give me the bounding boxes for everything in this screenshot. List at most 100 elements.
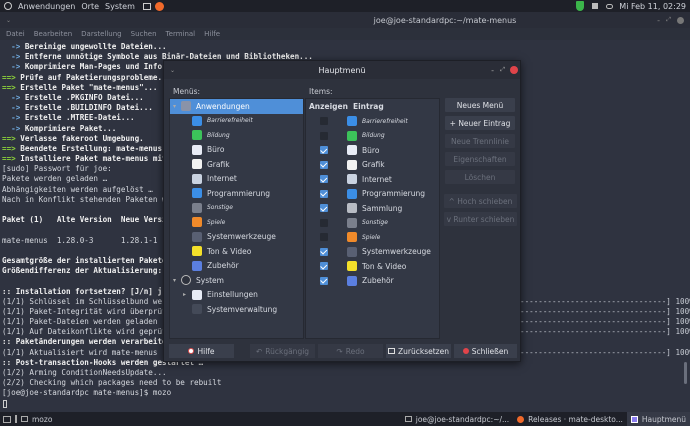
- item-row[interactable]: Zubehör: [306, 274, 439, 289]
- show-desktop-icon[interactable]: [3, 415, 11, 423]
- show-checkbox[interactable]: [320, 247, 328, 256]
- menus-tree[interactable]: ▾ Anwendungen Barrierefreiheit Bildung Büro G…: [169, 98, 304, 339]
- minimize-icon[interactable]: -: [657, 16, 660, 25]
- item-row[interactable]: Systemwerkzeuge: [306, 245, 439, 260]
- close-button[interactable]: Schließen: [454, 344, 517, 358]
- show-checkbox[interactable]: [320, 160, 328, 169]
- shield-icon[interactable]: [576, 1, 585, 11]
- reset-button[interactable]: Zurücksetzen: [386, 344, 451, 358]
- undo-button[interactable]: ↶ Rückgängig: [250, 344, 315, 358]
- menu-anwendungen[interactable]: Anwendungen: [18, 2, 75, 11]
- tree-item[interactable]: Programmierung: [170, 186, 303, 201]
- show-checkbox[interactable]: [320, 262, 328, 271]
- terminal-menu-3[interactable]: Suchen: [131, 30, 157, 38]
- window-menu-icon[interactable]: ⌄: [6, 17, 11, 24]
- menu-orte[interactable]: Orte: [81, 2, 99, 11]
- tree-item[interactable]: Barrierefreiheit: [170, 114, 303, 129]
- expander-icon[interactable]: ▾: [173, 103, 181, 110]
- new-menu-button[interactable]: Neues Menü: [445, 98, 515, 112]
- progress-bar-line: --------------------------------] 100%: [520, 317, 690, 327]
- move-down-button[interactable]: v Runter schieben: [444, 212, 517, 226]
- tree-item[interactable]: Sonstige: [170, 201, 303, 216]
- items-list[interactable]: Anzeigen Eintrag Barrierefreiheit Bildung…: [305, 98, 440, 339]
- help-button[interactable]: Hilfe: [169, 344, 234, 358]
- expander-icon[interactable]: ▾: [173, 277, 181, 284]
- column-entry[interactable]: Eintrag: [353, 102, 384, 111]
- tree-item[interactable]: ▾ System: [170, 273, 303, 288]
- item-icon: [347, 116, 357, 127]
- close-icon[interactable]: [677, 16, 684, 24]
- tree-item[interactable]: Büro: [170, 143, 303, 158]
- maximize-icon[interactable]: ⤢: [666, 16, 671, 24]
- terminal-menu-2[interactable]: Darstellung: [81, 30, 121, 38]
- show-checkbox[interactable]: [320, 276, 328, 285]
- line-prefix: ==>: [2, 143, 21, 153]
- clock[interactable]: Mi Feb 11, 02:29: [619, 2, 686, 11]
- firefox-launcher-icon[interactable]: [154, 1, 164, 11]
- close-icon[interactable]: [510, 66, 518, 74]
- mate-logo-icon[interactable]: [4, 2, 12, 10]
- network-icon[interactable]: [606, 3, 614, 9]
- tree-item[interactable]: Systemwerkzeuge: [170, 230, 303, 245]
- new-entry-button[interactable]: + Neuer Eintrag: [445, 116, 515, 130]
- item-row[interactable]: Spiele: [306, 230, 439, 245]
- tree-item[interactable]: Bildung: [170, 128, 303, 143]
- show-checkbox[interactable]: [320, 117, 328, 126]
- window-menu-icon[interactable]: ⌄: [170, 67, 175, 74]
- show-checkbox[interactable]: [320, 233, 328, 242]
- item-row[interactable]: Programmierung: [306, 187, 439, 202]
- redo-button[interactable]: ↷ Redo: [318, 344, 383, 358]
- item-row[interactable]: Barrierefreiheit: [306, 114, 439, 129]
- item-row[interactable]: Büro: [306, 143, 439, 158]
- task-terminal[interactable]: joe@joe-standardpc:~/...: [401, 412, 513, 426]
- item-row[interactable]: Internet: [306, 172, 439, 187]
- tree-item[interactable]: Zubehör: [170, 259, 303, 274]
- item-row[interactable]: Sammlung: [306, 201, 439, 216]
- item-row[interactable]: Bildung: [306, 129, 439, 144]
- volume-icon[interactable]: [592, 3, 599, 9]
- maximize-icon[interactable]: ⤢: [500, 66, 505, 74]
- new-separator-button[interactable]: Neue Trennlinie: [445, 134, 515, 148]
- terminal-menu-1[interactable]: Bearbeiten: [34, 30, 72, 38]
- terminal-menu-4[interactable]: Terminal: [166, 30, 196, 38]
- line-text: Prüfe auf Paketierungsprobleme...: [20, 72, 172, 82]
- tree-item[interactable]: Systemverwaltung: [170, 302, 303, 317]
- column-show[interactable]: Anzeigen: [309, 102, 348, 111]
- item-row[interactable]: Grafik: [306, 158, 439, 173]
- tree-item[interactable]: Ton & Video: [170, 244, 303, 259]
- show-checkbox[interactable]: [320, 189, 328, 198]
- task-hauptmenu[interactable]: Hauptmenü: [626, 412, 690, 426]
- tree-item[interactable]: Spiele: [170, 215, 303, 230]
- terminal-menu-0[interactable]: Datei: [6, 30, 25, 38]
- delete-button[interactable]: Löschen: [445, 170, 515, 184]
- task-label: mozo: [32, 414, 53, 424]
- line-text: Komprimiere Man-Pages und Info-Se: [24, 62, 176, 72]
- show-checkbox[interactable]: [320, 218, 328, 227]
- show-checkbox[interactable]: [320, 204, 328, 213]
- progress-bar-line: --------------------------------] 100%: [520, 327, 690, 337]
- terminal-menu-5[interactable]: Hilfe: [204, 30, 220, 38]
- tree-item[interactable]: ▸ Einstellungen: [170, 288, 303, 303]
- menus-label: Menüs:: [173, 87, 201, 96]
- tree-item[interactable]: Internet: [170, 172, 303, 187]
- terminal-launcher-icon[interactable]: [142, 2, 151, 10]
- terminal-scrollbar[interactable]: [684, 362, 687, 384]
- menu-system[interactable]: System: [105, 2, 135, 11]
- show-checkbox[interactable]: [320, 175, 328, 184]
- task-mozo[interactable]: mozo: [17, 412, 56, 426]
- minimize-icon[interactable]: -: [491, 66, 494, 75]
- show-checkbox[interactable]: [320, 131, 328, 140]
- item-row[interactable]: Ton & Video: [306, 259, 439, 274]
- expander-icon[interactable]: ▸: [183, 291, 191, 298]
- show-checkbox[interactable]: [320, 146, 328, 155]
- task-firefox[interactable]: Releases · mate-deskto...: [513, 412, 627, 426]
- move-up-button[interactable]: ^ Hoch schieben: [444, 194, 517, 208]
- properties-button[interactable]: Eigenschaften: [445, 152, 515, 166]
- menu-editor-icon: [630, 415, 638, 423]
- tree-item-label: Systemverwaltung: [207, 304, 278, 314]
- tree-item[interactable]: Grafik: [170, 157, 303, 172]
- item-row[interactable]: Sonstige: [306, 216, 439, 231]
- tree-item[interactable]: ▾ Anwendungen: [170, 99, 303, 114]
- terminal-titlebar: ⌄ joe@joe-standardpc:~/mate-menus - ⤢: [0, 12, 690, 28]
